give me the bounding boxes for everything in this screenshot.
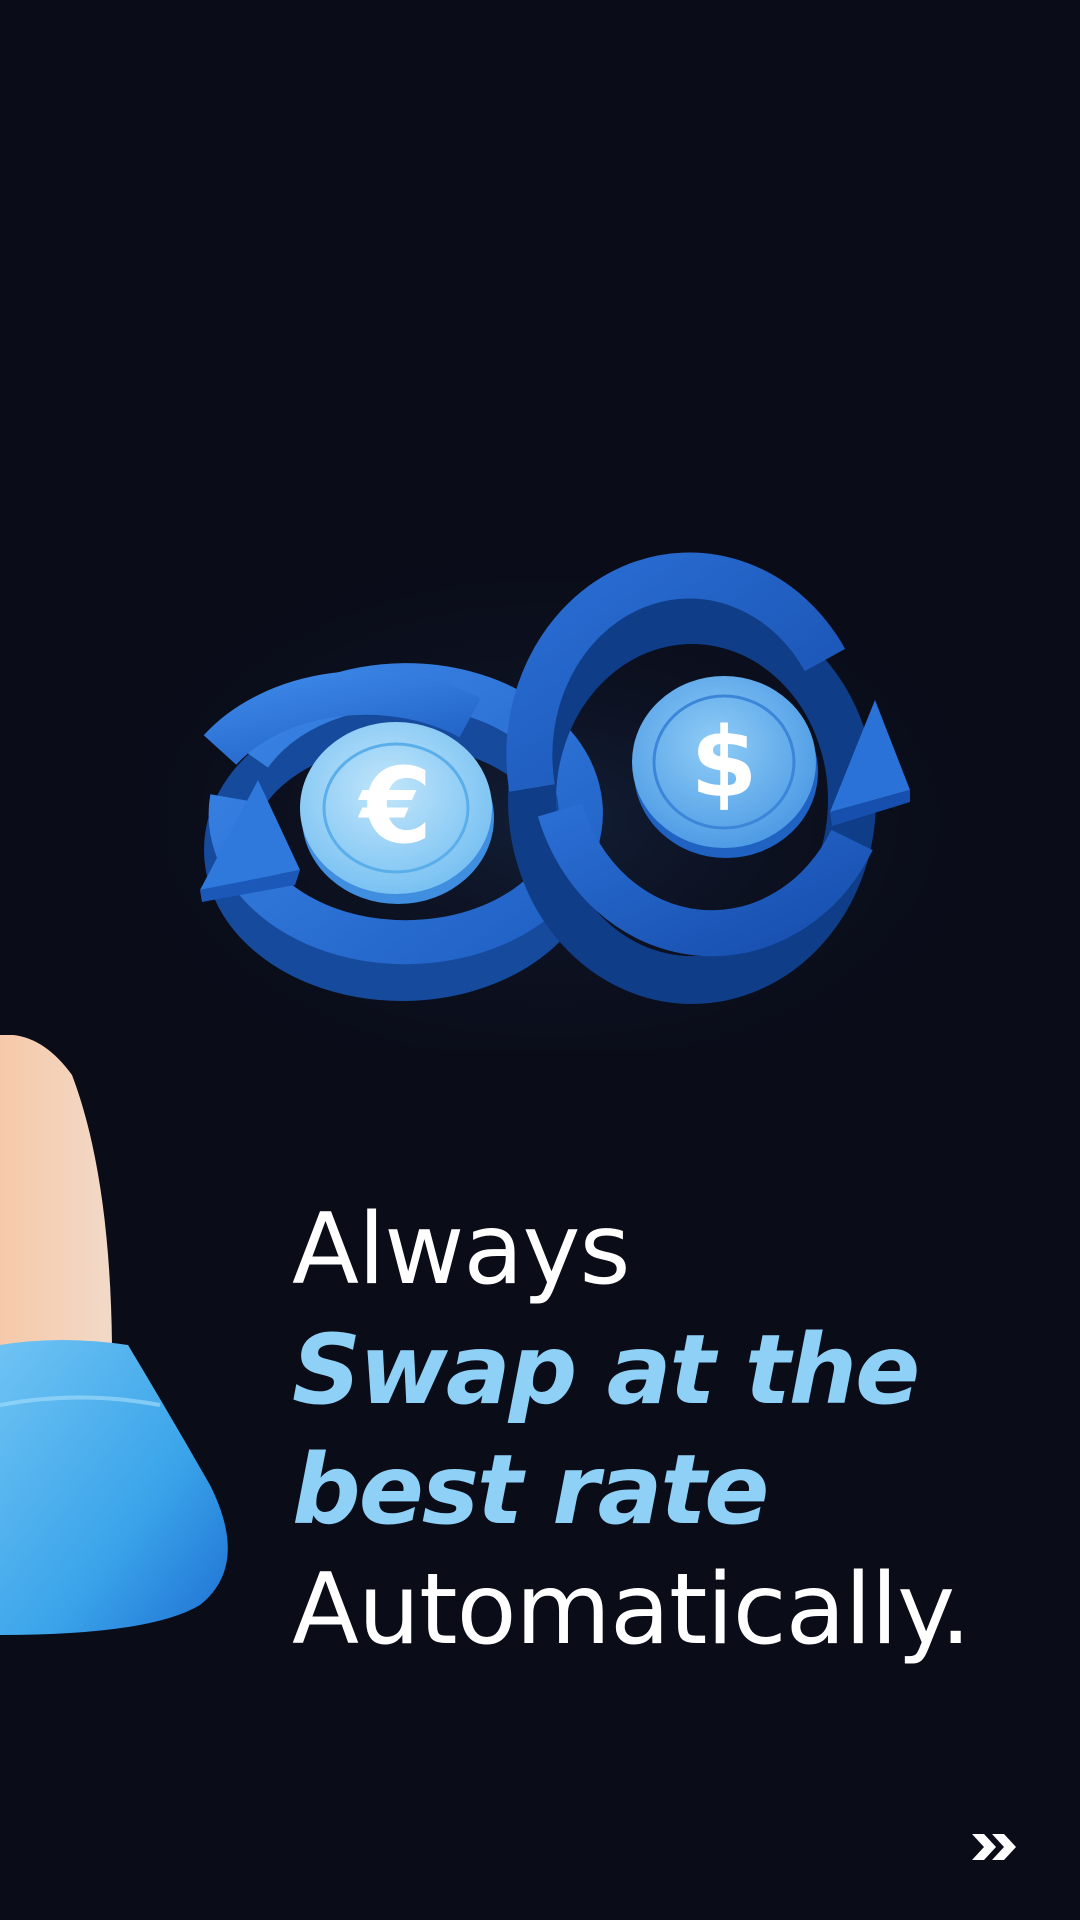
svg-text:$: $ — [691, 707, 758, 819]
hand-illustration — [0, 1035, 228, 1635]
svg-text:€: € — [358, 745, 432, 867]
onboarding-screen: € $ Always Swap at the best rate Automat… — [0, 0, 1080, 1920]
headline-line-best-rate: best rate — [292, 1434, 769, 1546]
headline: Always Swap at the best rate Automatical… — [292, 1190, 1062, 1670]
headline-line-always: Always — [292, 1193, 631, 1307]
headline-line-swap: Swap at the — [292, 1314, 920, 1426]
euro-coin: € — [300, 722, 494, 904]
currency-exchange-icon: € $ — [140, 540, 960, 1050]
dollar-coin: $ — [632, 676, 818, 858]
headline-line-automatically: Automatically. — [292, 1553, 971, 1667]
double-chevron-right-icon[interactable] — [970, 1830, 1022, 1864]
